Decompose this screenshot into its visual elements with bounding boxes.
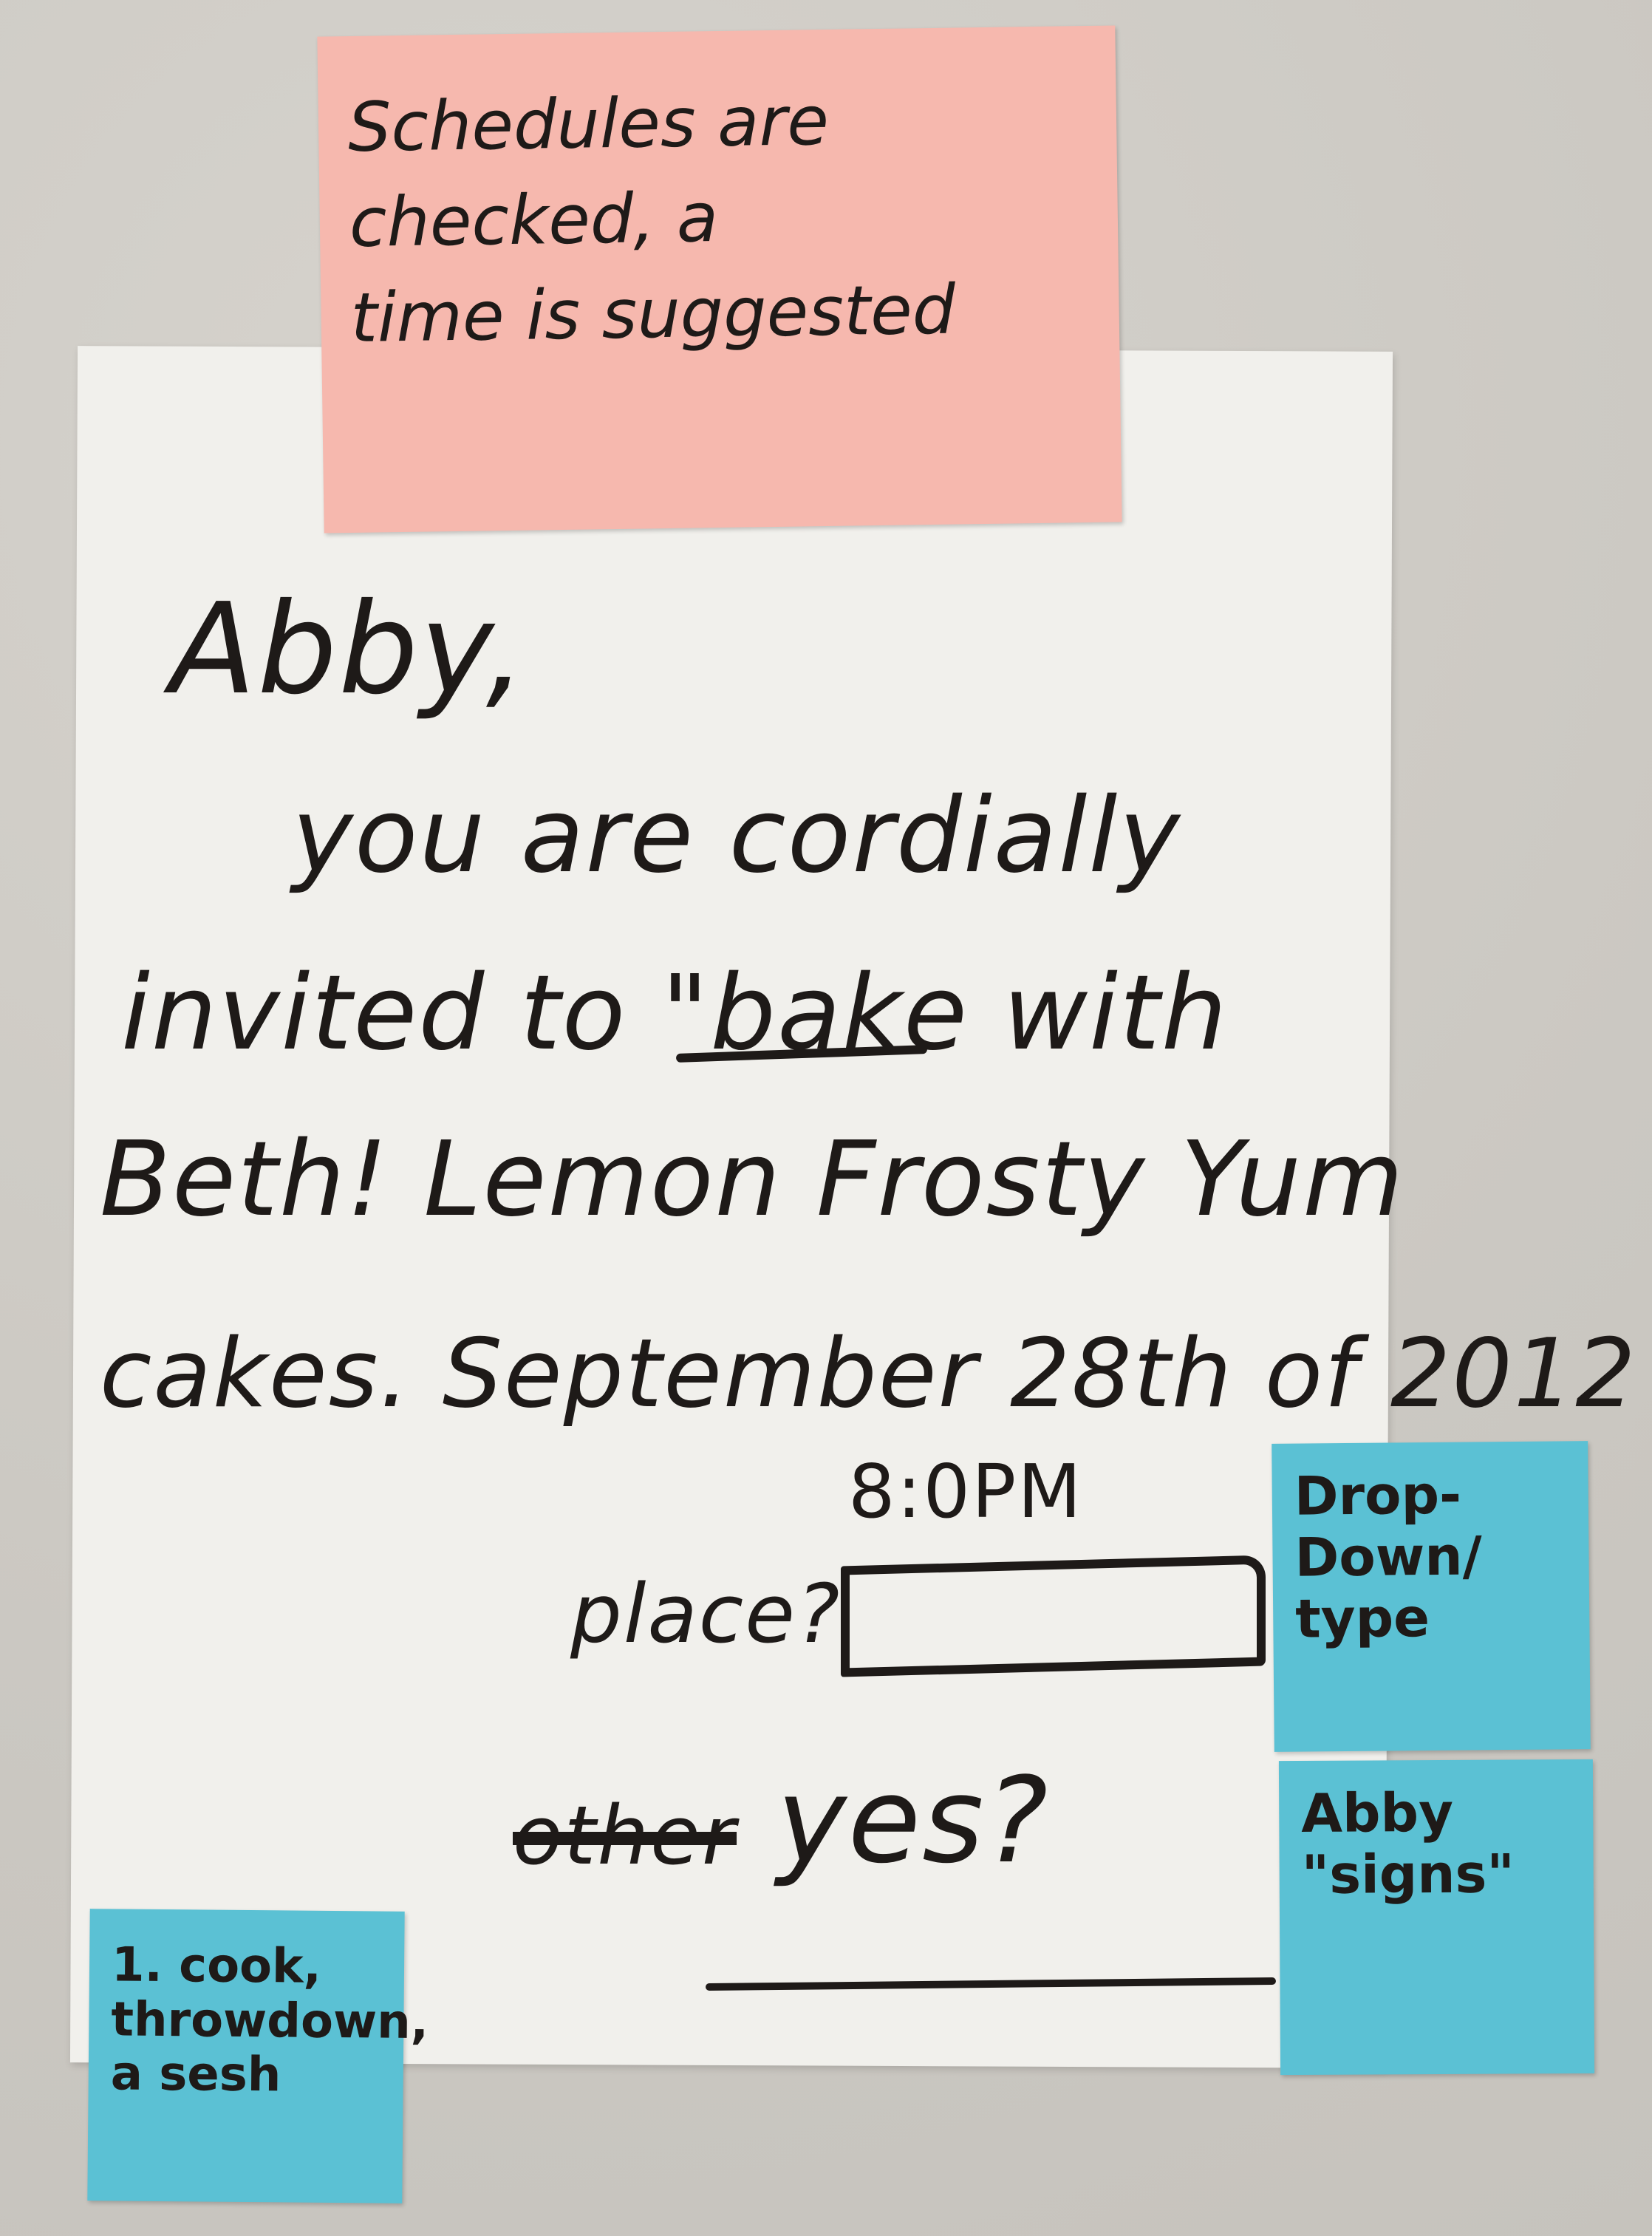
sticky-note-options: 1. cook, throwdown, a sesh [87,1909,429,2203]
note-text: 1. cook, throwdown, a sesh [110,1937,429,2103]
confirm-label: yes? [776,1751,1050,1889]
invitation-line-3: Beth! Lemon Frosty Yum [100,1119,1405,1240]
place-input[interactable] [841,1555,1266,1677]
invitation-date: cakes. September 28th of 2012 [100,1319,1637,1429]
pink-note-text: Schedules are checked, a time is suggest… [347,81,956,358]
pink-sticky-note: Schedules are checked, a time is suggest… [317,25,1122,534]
greeting: Abby, [170,576,528,723]
crossed-out-word: other [513,1788,737,1883]
invitation-time: 8:0PM [848,1448,1083,1535]
sticky-note-dropdown: Drop- Down/ type [1272,1441,1591,1752]
invitation-line-2: invited to "bake with [121,953,1229,1074]
note-text: Drop- Down/ type [1294,1463,1483,1650]
sticky-note-signs: Abby "signs" [1278,1759,1595,2076]
invitation-line-1: you are cordially [292,776,1182,896]
note-text: Abby "signs" [1301,1781,1515,1906]
place-label: place? [570,1567,842,1661]
